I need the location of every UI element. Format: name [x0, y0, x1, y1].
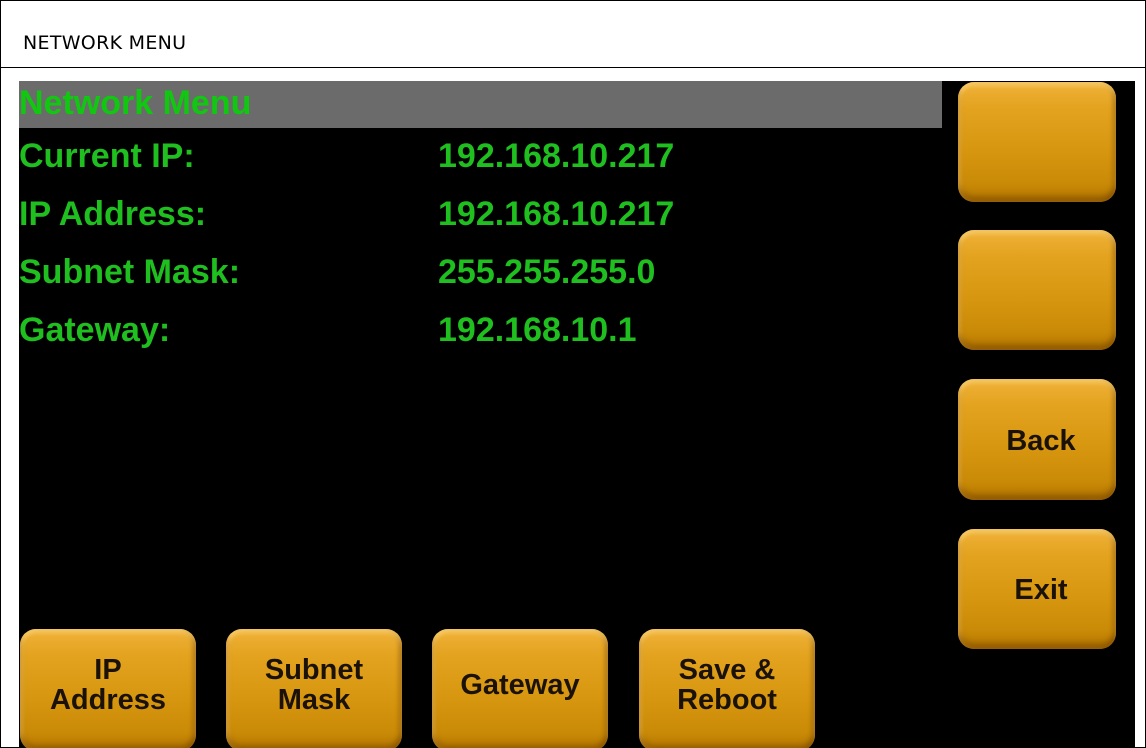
ip-address-value: 192.168.10.217	[438, 195, 675, 233]
ip-address-button-label: IP Address	[49, 654, 167, 716]
save-reboot-button[interactable]: Save & Reboot	[639, 629, 815, 748]
ip-address-button[interactable]: IP Address	[20, 629, 196, 748]
current-ip-value: 192.168.10.217	[438, 137, 675, 175]
gateway-button[interactable]: Gateway	[432, 629, 608, 748]
subnet-mask-value: 255.255.255.0	[438, 253, 656, 291]
screen-title: Network Menu	[19, 84, 252, 122]
ip-address-label: IP Address:	[19, 195, 207, 233]
subnet-mask-button[interactable]: Subnet Mask	[226, 629, 402, 748]
current-ip-label: Current IP:	[19, 137, 195, 175]
back-button[interactable]: Back	[958, 379, 1116, 500]
back-button-label: Back	[1006, 424, 1076, 457]
side-button-2[interactable]	[958, 230, 1116, 350]
title-bar: Network Menu	[19, 81, 942, 128]
caption-bar: NETWORK MENU	[1, 1, 1145, 68]
exit-button[interactable]: Exit	[958, 529, 1116, 649]
subnet-mask-button-label: Subnet Mask	[264, 654, 364, 716]
exit-button-label: Exit	[1014, 574, 1068, 606]
gateway-button-label: Gateway	[460, 669, 580, 701]
window-caption: NETWORK MENU	[23, 32, 187, 54]
gateway-label: Gateway:	[19, 311, 171, 349]
subnet-mask-label: Subnet Mask:	[19, 253, 241, 291]
device-screen: Network Menu Current IP: 192.168.10.217 …	[19, 81, 1135, 748]
side-button-1[interactable]	[958, 82, 1116, 202]
gateway-value: 192.168.10.1	[438, 311, 637, 349]
save-reboot-button-label: Save & Reboot	[677, 654, 777, 716]
